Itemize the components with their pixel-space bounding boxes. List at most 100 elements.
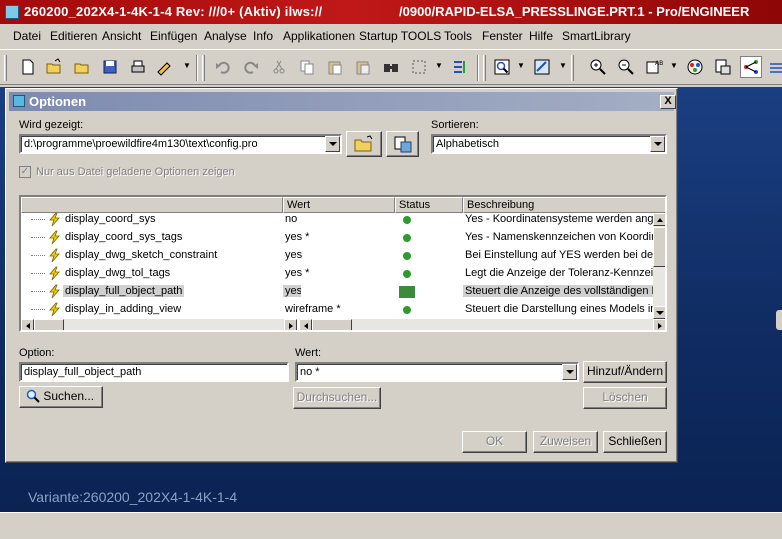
color-appearance-icon[interactable] <box>684 56 706 78</box>
window-title-bar: 260200_202X4-1-4K-1-4 Rev: ///0+ (Aktiv)… <box>0 0 782 24</box>
chevron-down-icon[interactable]: ▼ <box>517 60 525 72</box>
sort-combo[interactable]: Alphabetisch <box>431 134 667 154</box>
menu-tools[interactable]: Tools <box>444 29 472 43</box>
scroll-left-icon[interactable] <box>21 319 34 330</box>
chevron-down-icon[interactable]: ▼ <box>183 60 191 72</box>
lightning-icon <box>49 284 60 299</box>
datum-planes-icon[interactable] <box>766 56 782 78</box>
only-file-checkbox[interactable]: ✓ <box>19 166 31 178</box>
chevron-down-icon[interactable] <box>562 364 577 380</box>
columns-horizontal-scrollbar[interactable] <box>299 319 665 330</box>
paste-icon[interactable] <box>324 56 346 78</box>
find-icon[interactable] <box>380 56 402 78</box>
chevron-down-icon[interactable]: ▼ <box>559 60 567 72</box>
search-button[interactable]: Suchen... <box>19 386 103 408</box>
new-file-icon[interactable] <box>17 56 39 78</box>
menu-analyse[interactable]: Analyse <box>204 29 247 43</box>
option-name: display_full_object_path <box>63 285 185 297</box>
shown-file-combo[interactable]: d:\programme\proewildfire4m130\text\conf… <box>19 134 342 154</box>
menu-einfuegen[interactable]: Einfügen <box>150 29 197 43</box>
open-config-button[interactable] <box>346 131 382 157</box>
lightning-icon <box>49 266 60 281</box>
option-description: Yes - Koordinatensysteme werden angez <box>465 213 653 225</box>
option-name: display_dwg_sketch_constraint <box>65 249 218 261</box>
chevron-down-icon[interactable]: ▼ <box>435 60 443 72</box>
redo-icon[interactable] <box>240 56 262 78</box>
close-icon[interactable]: X <box>660 95 676 109</box>
zoom-window-icon[interactable] <box>491 56 513 78</box>
browse-button[interactable]: Durchsuchen... <box>293 387 381 409</box>
search-icon <box>26 389 40 403</box>
table-row[interactable]: display_dwg_sketch_constraint yes Bei Ei… <box>21 247 653 265</box>
chevron-down-icon[interactable] <box>325 136 340 152</box>
table-row[interactable]: display_coord_sys no Yes - Koordinatensy… <box>21 211 653 229</box>
option-value: yes <box>285 249 303 261</box>
horizontal-scroll-thumb[interactable] <box>34 319 64 330</box>
spin-center-icon[interactable]: AB <box>643 56 665 78</box>
scroll-up-icon[interactable] <box>653 213 665 226</box>
option-input[interactable]: display_full_object_path <box>19 362 289 382</box>
menu-hilfe[interactable]: Hilfe <box>529 29 553 43</box>
scroll-right-icon[interactable] <box>653 319 665 330</box>
shown-label: Wird gezeigt: <box>19 119 84 131</box>
resize-handle[interactable] <box>776 310 782 330</box>
table-row-selected[interactable]: display_full_object_path yes Steuert die… <box>21 283 653 301</box>
undo-icon[interactable] <box>212 56 234 78</box>
menu-fenster[interactable]: Fenster <box>482 29 523 43</box>
close-button[interactable]: Schließen <box>603 431 667 453</box>
regenerate-icon[interactable] <box>449 56 471 78</box>
save-icon[interactable] <box>99 56 121 78</box>
chevron-down-icon[interactable] <box>650 136 665 152</box>
scroll-down-icon[interactable] <box>653 306 665 319</box>
table-row[interactable]: display_in_adding_view wireframe * Steue… <box>21 301 653 319</box>
apply-button[interactable]: Zuweisen <box>533 431 598 453</box>
chevron-down-icon[interactable]: ▼ <box>670 60 678 72</box>
horizontal-scroll-thumb[interactable] <box>312 319 352 330</box>
save-config-button[interactable] <box>386 131 419 157</box>
ok-button[interactable]: OK <box>462 431 527 453</box>
status-bar <box>0 512 782 539</box>
name-horizontal-scrollbar[interactable] <box>21 319 297 330</box>
menu-smartlibrary[interactable]: SmartLibrary <box>562 29 631 43</box>
scroll-left-icon[interactable] <box>299 319 312 330</box>
option-name: display_dwg_tol_tags <box>65 267 171 279</box>
table-row[interactable]: display_coord_sys_tags yes * Yes - Namen… <box>21 229 653 247</box>
options-table[interactable]: Wert Status Beschreibung display_coord_s… <box>19 195 667 332</box>
wert-combo[interactable]: no * <box>295 362 579 382</box>
table-vertical-scrollbar[interactable] <box>653 213 665 319</box>
cut-icon[interactable] <box>268 56 290 78</box>
menu-applikationen[interactable]: Applikationen <box>283 29 355 43</box>
send-mail-icon[interactable] <box>153 56 175 78</box>
table-row[interactable]: display_dwg_tol_tags yes * Legt die Anze… <box>21 265 653 283</box>
view-display-icon[interactable] <box>531 56 553 78</box>
open-folder-icon[interactable] <box>71 56 93 78</box>
paste-special-icon[interactable] <box>352 56 374 78</box>
menu-editieren[interactable]: Editieren <box>50 29 97 43</box>
delete-button[interactable]: Löschen <box>583 387 667 409</box>
lightning-icon <box>49 230 60 245</box>
scroll-right-icon[interactable] <box>284 319 297 330</box>
select-box-icon[interactable] <box>408 56 430 78</box>
copy-icon[interactable] <box>296 56 318 78</box>
menu-startup-tools[interactable]: Startup TOOLS <box>359 29 441 43</box>
layer-manager-icon[interactable] <box>712 56 734 78</box>
option-name: display_in_adding_view <box>65 303 182 315</box>
zoom-out-icon[interactable] <box>615 56 637 78</box>
menu-info[interactable]: Info <box>253 29 273 43</box>
svg-text:AB: AB <box>655 60 663 67</box>
menu-datei[interactable]: Datei <box>13 29 41 43</box>
model-tree-icon[interactable] <box>740 56 762 78</box>
add-change-button[interactable]: Hinzuf/Ändern <box>583 361 667 383</box>
window-title-right: /0900/RAPID-ELSA_PRESSLINGE.PRT.1 - Pro/… <box>399 4 750 19</box>
print-icon[interactable] <box>127 56 149 78</box>
toolbar-separator <box>196 55 198 81</box>
menu-ansicht[interactable]: Ansicht <box>102 29 141 43</box>
open-file-icon[interactable] <box>43 56 65 78</box>
vertical-scroll-thumb[interactable] <box>653 227 665 267</box>
zoom-in-icon[interactable] <box>587 56 609 78</box>
wert-label: Wert: <box>295 347 322 359</box>
lightning-icon <box>49 248 60 263</box>
option-value: no <box>285 213 298 225</box>
options-dialog: Optionen X Wird gezeigt: d:\programme\pr… <box>5 88 678 463</box>
status-ok-icon <box>403 234 411 242</box>
